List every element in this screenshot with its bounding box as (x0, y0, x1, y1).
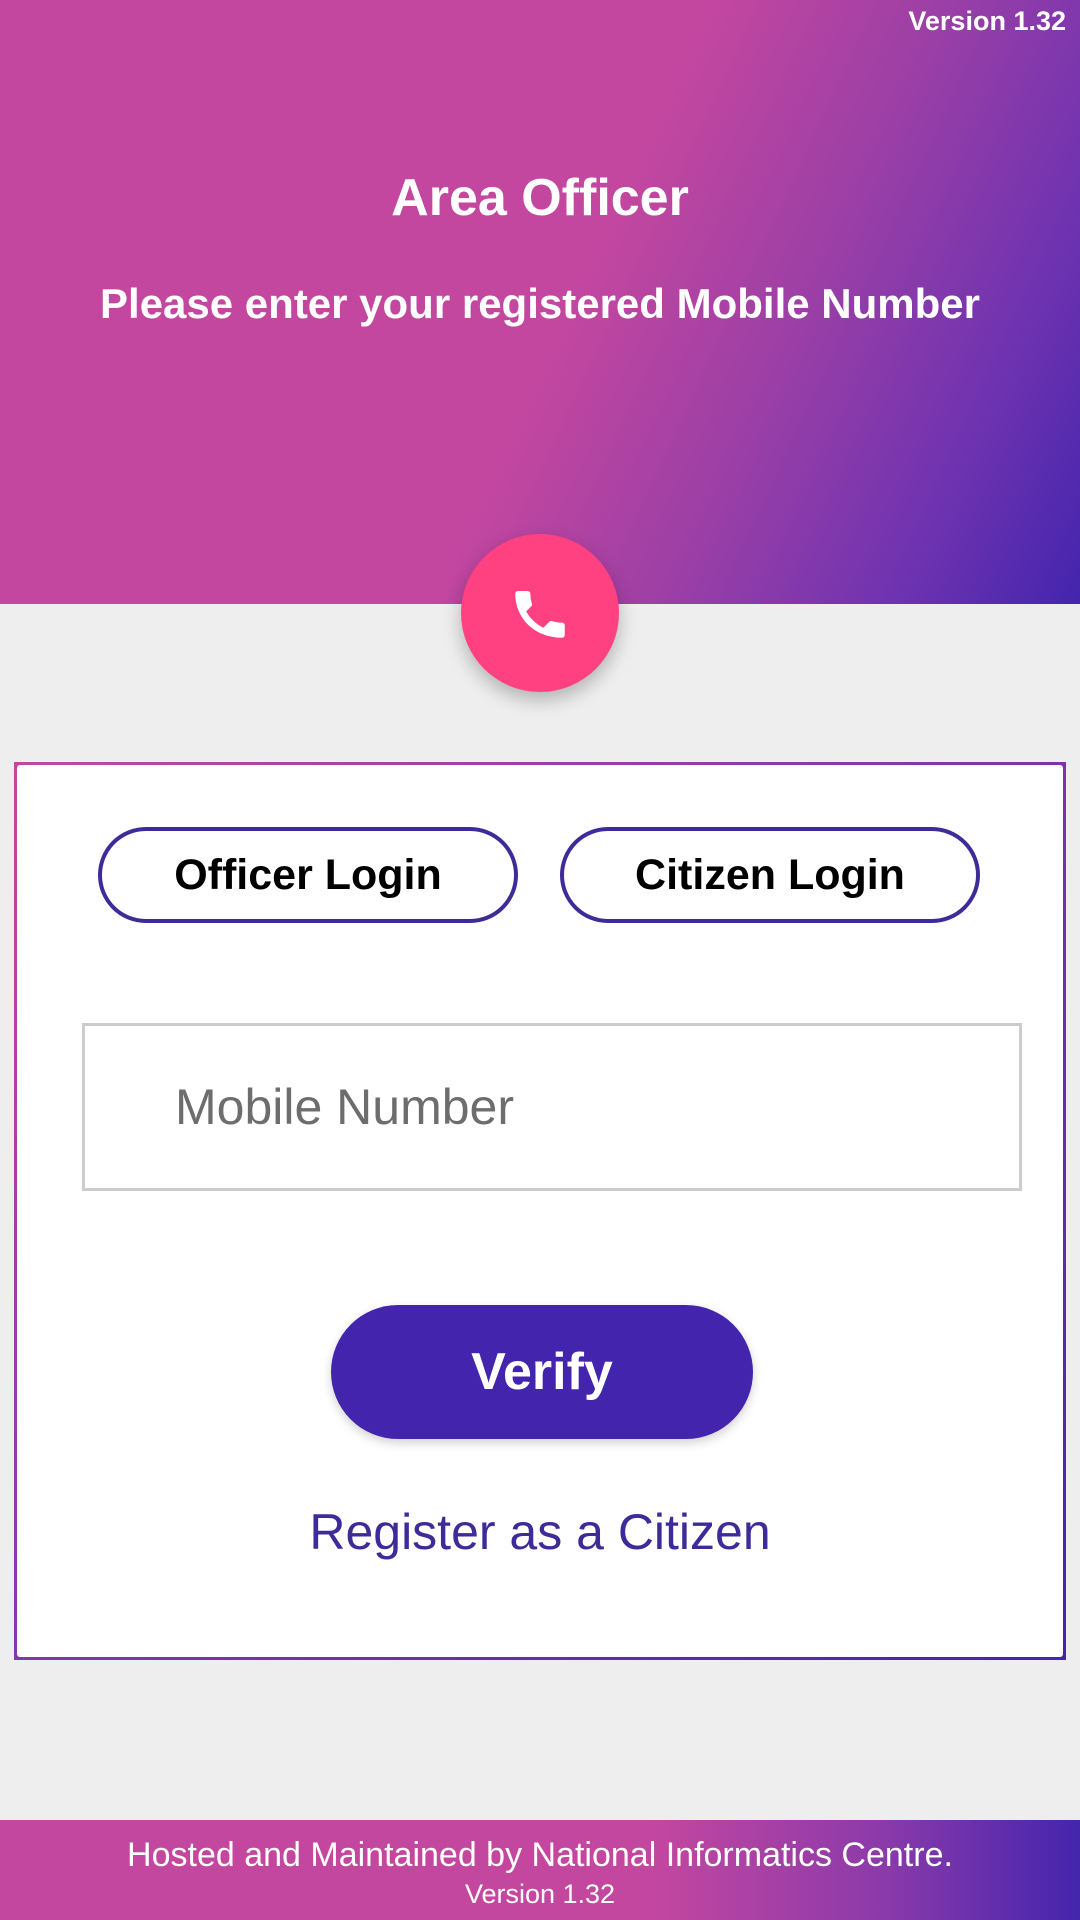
phone-icon (515, 591, 565, 638)
login-card-body: Officer Login Citizen Login Verify Regis… (17, 765, 1063, 1657)
officer-login-button[interactable]: Officer Login (98, 827, 518, 923)
login-card: Officer Login Citizen Login Verify Regis… (14, 762, 1066, 1660)
footer-bar: Hosted and Maintained by National Inform… (0, 1820, 1080, 1920)
mobile-number-input[interactable] (173, 1077, 1019, 1137)
header-banner: Version 1.32 Area Officer Please enter y… (0, 0, 1080, 604)
login-screen: Version 1.32 Area Officer Please enter y… (0, 0, 1080, 1920)
version-label-top: Version 1.32 (908, 6, 1066, 36)
phone-icon-badge (461, 534, 619, 692)
citizen-login-button[interactable]: Citizen Login (560, 827, 980, 923)
register-citizen-link[interactable]: Register as a Citizen (17, 1503, 1063, 1561)
footer-hosted-text: Hosted and Maintained by National Inform… (127, 1836, 953, 1874)
mobile-number-field[interactable] (82, 1023, 1022, 1191)
page-subtitle: Please enter your registered Mobile Numb… (100, 280, 980, 327)
footer-version: Version 1.32 (464, 1879, 616, 1909)
page-title: Area Officer (391, 169, 689, 227)
verify-button[interactable]: Verify (331, 1305, 753, 1439)
